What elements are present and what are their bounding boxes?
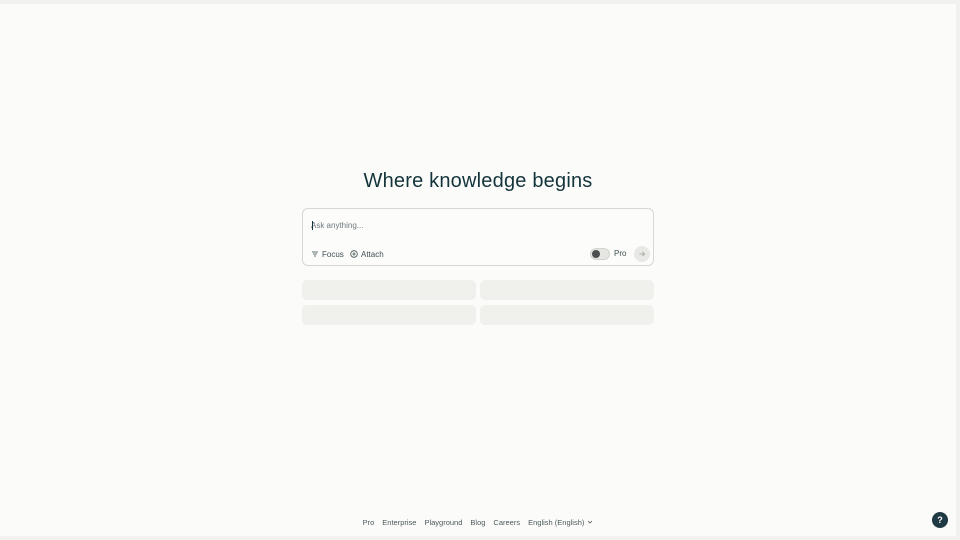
language-label: English (English)	[528, 518, 585, 527]
text-caret	[312, 221, 313, 230]
footer-link-pro[interactable]: Pro	[363, 518, 375, 527]
suggestion-card[interactable]	[480, 280, 654, 300]
toggle-knob	[592, 250, 600, 258]
language-selector[interactable]: English (English)	[528, 518, 593, 527]
attach-button[interactable]: Attach	[350, 247, 384, 261]
footer-link-careers[interactable]: Careers	[493, 518, 520, 527]
filter-icon	[311, 250, 319, 258]
footer-link-blog[interactable]: Blog	[470, 518, 485, 527]
pro-label: Pro	[614, 249, 627, 258]
pro-toggle[interactable]	[590, 248, 610, 260]
submit-button[interactable]	[634, 246, 650, 262]
attach-label: Attach	[361, 249, 384, 259]
focus-button[interactable]: Focus	[311, 247, 344, 261]
help-button[interactable]: ?	[932, 512, 948, 528]
suggestion-card[interactable]	[302, 305, 476, 325]
ask-box[interactable]: Focus Attach Pro	[302, 208, 654, 266]
arrow-right-icon	[638, 245, 646, 263]
page-title: Where knowledge begins	[363, 170, 593, 192]
ask-input[interactable]	[311, 217, 641, 233]
page-frame	[0, 4, 956, 536]
suggestion-card[interactable]	[302, 280, 476, 300]
footer-link-enterprise[interactable]: Enterprise	[382, 518, 416, 527]
footer-link-playground[interactable]: Playground	[424, 518, 462, 527]
chevron-down-icon	[587, 518, 593, 527]
plus-circle-icon	[350, 250, 358, 258]
help-label: ?	[937, 515, 943, 525]
footer: Pro Enterprise Playground Blog Careers E…	[0, 518, 956, 527]
suggestion-card[interactable]	[480, 305, 654, 325]
focus-label: Focus	[322, 249, 344, 259]
